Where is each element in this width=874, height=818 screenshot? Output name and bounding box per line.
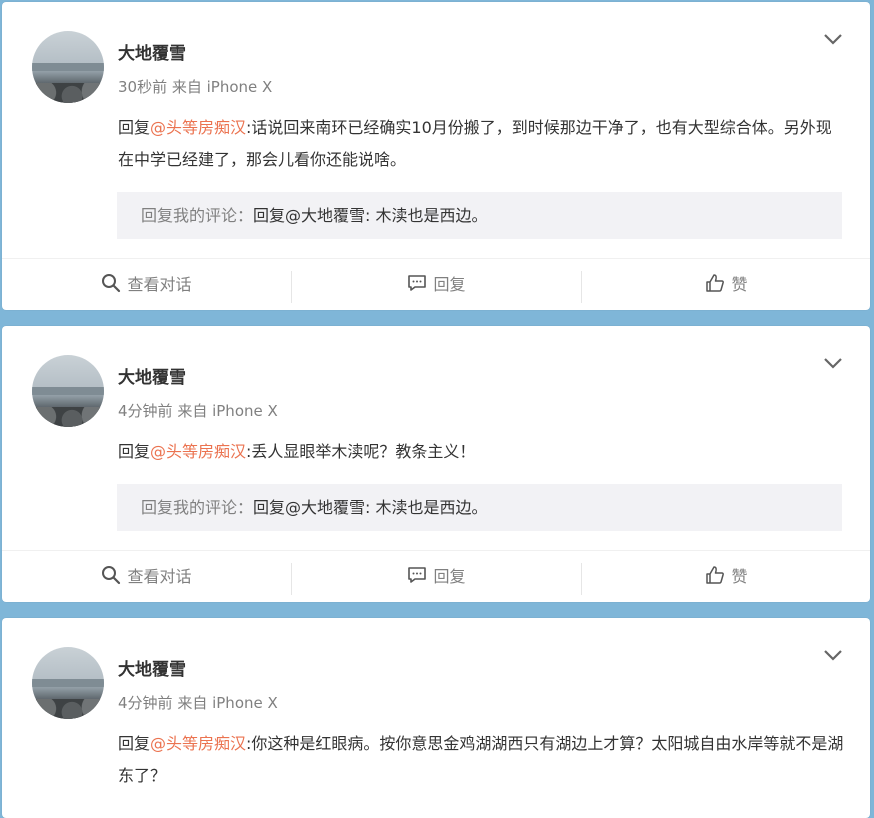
- author-name[interactable]: 大地覆雪: [118, 39, 186, 64]
- like-label: 赞: [731, 275, 748, 294]
- post-meta: 4分钟前 来自 iPhone X: [118, 692, 278, 713]
- comment-body: :丢人显眼举木渎呢？教条主义！: [246, 442, 476, 461]
- comment-text: 回复@头等房痴汉:丢人显眼举木渎呢？教条主义！: [118, 436, 846, 468]
- post-meta: 30秒前 来自 iPhone X: [118, 76, 272, 97]
- quote-text: 回复@大地覆雪: 木渎也是西边。: [253, 206, 488, 225]
- post-time: 4分钟前: [118, 694, 173, 712]
- chevron-down-icon[interactable]: [822, 644, 844, 666]
- quote-label: 回复我的评论：: [141, 206, 254, 225]
- quoted-comment[interactable]: 回复我的评论：回复@大地覆雪: 木渎也是西边。: [117, 192, 842, 239]
- post-source: 来自 iPhone X: [171, 78, 273, 96]
- reply-prefix: 回复: [118, 734, 151, 753]
- comment-icon: [408, 275, 427, 291]
- quote-label: 回复我的评论：: [141, 498, 254, 517]
- like-button[interactable]: 赞: [582, 259, 870, 307]
- reply-prefix: 回复: [118, 118, 151, 137]
- mention-link[interactable]: @头等房痴汉: [150, 118, 246, 137]
- comment-text: 回复@头等房痴汉:你这种是红眼病。按你意思金鸡湖湖西只有湖边上才算？太阳城自由水…: [118, 728, 846, 792]
- action-bar: 查看对话 回复 赞: [2, 550, 870, 599]
- reply-label: 回复: [433, 567, 466, 586]
- reply-label: 回复: [433, 275, 466, 294]
- mention-link[interactable]: @头等房痴汉: [150, 442, 246, 461]
- thumbs-up-icon: [706, 566, 725, 584]
- avatar[interactable]: [32, 355, 104, 427]
- like-button[interactable]: 赞: [582, 551, 870, 599]
- comment-card: 大地覆雪 30秒前 来自 iPhone X 回复@头等房痴汉:话说回来南环已经确…: [2, 2, 870, 310]
- like-label: 赞: [731, 567, 748, 586]
- reply-prefix: 回复: [118, 442, 151, 461]
- comment-card: 大地覆雪 4分钟前 来自 iPhone X 回复@头等房痴汉:你这种是红眼病。按…: [2, 618, 870, 818]
- view-conversation-label: 查看对话: [127, 275, 192, 294]
- chevron-down-icon[interactable]: [822, 352, 844, 374]
- post-time: 4分钟前: [118, 402, 173, 420]
- avatar[interactable]: [32, 31, 104, 103]
- avatar[interactable]: [32, 647, 104, 719]
- search-icon: [102, 274, 121, 293]
- comment-card: 大地覆雪 4分钟前 来自 iPhone X 回复@头等房痴汉:丢人显眼举木渎呢？…: [2, 326, 870, 602]
- author-name[interactable]: 大地覆雪: [118, 655, 186, 680]
- search-icon: [102, 566, 121, 585]
- view-conversation-button[interactable]: 查看对话: [2, 551, 291, 599]
- thumbs-up-icon: [706, 274, 725, 292]
- action-bar: 查看对话 回复 赞: [2, 258, 870, 307]
- post-source: 来自 iPhone X: [177, 694, 278, 712]
- quoted-comment[interactable]: 回复我的评论：回复@大地覆雪: 木渎也是西边。: [117, 484, 842, 531]
- view-conversation-button[interactable]: 查看对话: [2, 259, 291, 307]
- comment-icon: [408, 567, 427, 583]
- post-source: 来自 iPhone X: [177, 402, 278, 420]
- author-name[interactable]: 大地覆雪: [118, 363, 186, 388]
- reply-button[interactable]: 回复: [292, 551, 581, 599]
- chevron-down-icon[interactable]: [822, 28, 844, 50]
- comment-text: 回复@头等房痴汉:话说回来南环已经确实10月份搬了，到时候那边干净了，也有大型综…: [118, 112, 846, 176]
- post-time: 30秒前: [118, 78, 168, 96]
- view-conversation-label: 查看对话: [127, 567, 192, 586]
- reply-button[interactable]: 回复: [292, 259, 581, 307]
- mention-link[interactable]: @头等房痴汉: [150, 734, 246, 753]
- quote-text: 回复@大地覆雪: 木渎也是西边。: [253, 498, 488, 517]
- post-meta: 4分钟前 来自 iPhone X: [118, 400, 278, 421]
